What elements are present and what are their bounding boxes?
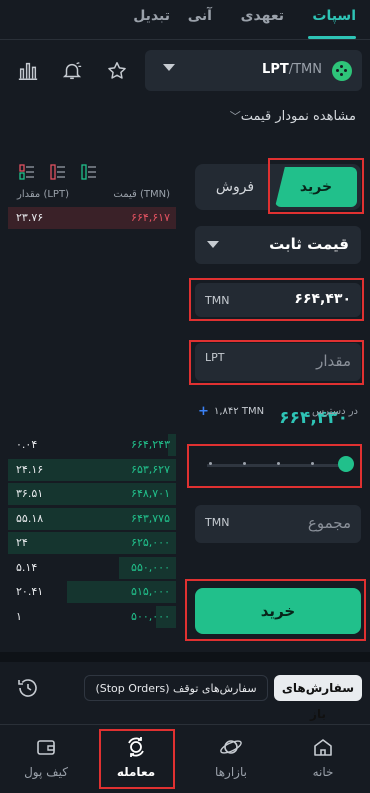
bottom-navigation: خانه بازارها معامله کیف پول — [0, 724, 370, 793]
active-tab-indicator — [308, 36, 356, 39]
nav-markets[interactable]: بازارها — [196, 735, 266, 779]
orderbook-bid-row[interactable]: ۶۵۳,۶۲۷ ۲۴.۱۶ — [8, 458, 176, 481]
orderbook-price-header: قیمت (TMN) — [113, 189, 170, 200]
top-tabs: اسپات تعهدی آنی تبدیل — [0, 0, 370, 40]
orderbook-both-view-icon[interactable] — [18, 163, 36, 181]
highlight-box — [99, 729, 175, 789]
highlight-box — [185, 579, 366, 641]
chevron-down-icon — [163, 64, 175, 71]
chart-bars-icon[interactable] — [17, 60, 39, 82]
orderbook-bid-row[interactable]: ۶۲۵,۰۰۰ ۲۴ — [8, 532, 176, 554]
plus-icon[interactable]: + — [198, 404, 209, 420]
sell-tab[interactable]: فروش — [195, 167, 275, 207]
orderbook-ask-row[interactable]: ۶۶۴,۶۱۷ ۲۳.۷۶ — [8, 207, 176, 229]
market-selector[interactable]: LPT/TMN — [145, 50, 362, 91]
stop-orders-tab[interactable]: سفارش‌های توقف (Stop Orders) — [84, 675, 268, 701]
market-pair: LPT/TMN — [262, 62, 322, 77]
highlight-box — [189, 278, 364, 321]
highlight-box — [268, 158, 364, 214]
coin-icon — [332, 61, 352, 81]
tab-spot[interactable]: اسپات — [312, 8, 356, 24]
open-orders-tab[interactable]: سفارش‌های باز — [274, 675, 362, 721]
nav-home[interactable]: خانه — [288, 735, 358, 779]
tab-convert[interactable]: تبدیل — [133, 8, 170, 24]
orderbook-bid-row[interactable]: ۶۴۸,۷۰۱ ۳۶.۵۱ — [8, 483, 176, 505]
highlight-box — [189, 340, 364, 385]
available-balance: + ۱,۸۴۲ TMN در دسترس — [198, 404, 358, 420]
orderbook-bids-view-icon[interactable] — [80, 163, 98, 181]
chevron-down-icon: ﹀ — [229, 110, 241, 123]
orderbook-bid-row[interactable]: ۵۱۵,۰۰۰ ۲۰.۴۱ — [8, 581, 176, 603]
highlight-box — [187, 444, 362, 488]
history-icon[interactable] — [16, 676, 40, 700]
order-type-select[interactable]: قیمت ثابت — [195, 226, 361, 264]
orderbook-asks-view-icon[interactable] — [49, 163, 67, 181]
wallet-icon — [37, 740, 55, 755]
planet-icon — [220, 740, 242, 754]
orderbook-bid-row[interactable]: ۵۵۰,۰۰۰ ۵.۱۴ — [8, 556, 176, 579]
star-icon[interactable] — [106, 60, 128, 82]
orderbook-bid-row[interactable]: ۶۴۳,۷۷۵ ۵۵.۱۸ — [8, 507, 176, 530]
divider — [0, 652, 370, 662]
nav-wallet[interactable]: کیف پول — [11, 735, 81, 779]
bell-icon[interactable] — [61, 60, 83, 82]
orderbook-amount-header: مقدار (LPT) — [17, 189, 69, 200]
tab-instant[interactable]: آنی — [188, 8, 212, 24]
price-chart-toggle[interactable]: مشاهده نمودار قیمت﹀ — [186, 108, 356, 132]
chevron-down-icon — [207, 241, 219, 248]
tab-margin[interactable]: تعهدی — [241, 8, 284, 24]
orderbook-bid-row[interactable]: ۵۰۰,۰۰۰ ۱ — [8, 605, 176, 628]
orderbook-bid-row[interactable]: ۶۶۴,۲۴۳ ۰.۰۴ — [8, 434, 176, 456]
total-field[interactable]: TMN مجموع — [195, 505, 361, 543]
home-icon — [314, 739, 332, 756]
